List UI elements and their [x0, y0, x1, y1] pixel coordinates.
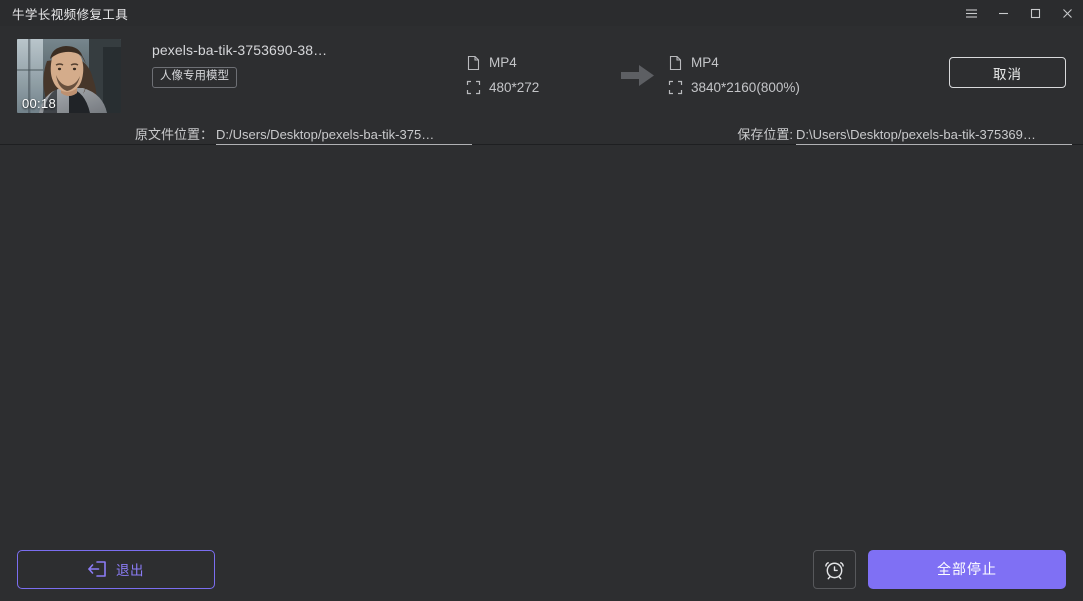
- model-badge: 人像专用模型: [152, 67, 237, 88]
- maximize-icon[interactable]: [1019, 0, 1051, 26]
- close-icon[interactable]: [1051, 0, 1083, 26]
- destination-format-line: MP4: [668, 50, 878, 75]
- source-format-value: MP4: [489, 55, 517, 70]
- save-path-label: 保存位置:: [737, 127, 793, 142]
- bottom-bar: 退出 全部停止: [0, 537, 1083, 601]
- menu-icon[interactable]: [955, 0, 987, 26]
- video-thumbnail[interactable]: 00:18: [17, 39, 121, 113]
- exit-button[interactable]: 退出: [17, 549, 215, 589]
- source-resolution-line: 480*272: [466, 75, 606, 100]
- file-icon: [669, 55, 682, 70]
- stop-all-button[interactable]: 全部停止: [868, 549, 1066, 589]
- destination-format-column: MP4 3840*2160(800%): [668, 39, 878, 100]
- destination-resolution-value: 3840*2160(800%): [691, 80, 800, 95]
- save-path-link[interactable]: D:\Users\Desktop/pexels-ba-tik-375369…: [796, 127, 1072, 145]
- file-name: pexels-ba-tik-3753690-38…: [152, 42, 328, 58]
- source-path-link[interactable]: D:/Users/Desktop/pexels-ba-tik-375…: [216, 127, 473, 145]
- minimize-icon[interactable]: [987, 0, 1019, 26]
- source-path-group: 原文件位置： D:/Users/Desktop/pexels-ba-tik-37…: [135, 124, 473, 145]
- exit-button-label: 退出: [116, 563, 144, 578]
- save-path-group: 保存位置: D:\Users\Desktop/pexels-ba-tik-375…: [737, 124, 1073, 145]
- source-path-label: 原文件位置：: [135, 127, 214, 142]
- resolution-icon: [668, 80, 683, 95]
- destination-format-value: MP4: [691, 55, 719, 70]
- app-title: 牛学长视频修复工具: [12, 7, 129, 22]
- cancel-button[interactable]: 取消: [949, 57, 1066, 88]
- arrow-right-icon: [620, 65, 654, 86]
- task-action-column: 取消: [878, 39, 1083, 88]
- destination-resolution-line: 3840*2160(800%): [668, 75, 878, 100]
- exit-arrow-icon: [88, 561, 106, 577]
- timer-button[interactable]: [813, 549, 856, 589]
- task-card-top-row: 00:18 pexels-ba-tik-3753690-38… 人像专用模型 M…: [0, 39, 1083, 113]
- task-card: 00:18 pexels-ba-tik-3753690-38… 人像专用模型 M…: [0, 26, 1083, 145]
- path-row: 原文件位置： D:/Users/Desktop/pexels-ba-tik-37…: [0, 124, 1083, 145]
- file-icon: [467, 55, 480, 70]
- resolution-icon: [466, 80, 481, 95]
- conversion-arrow: [606, 39, 668, 86]
- alarm-clock-icon: [825, 561, 844, 579]
- source-resolution-value: 480*272: [489, 80, 540, 95]
- source-format-line: MP4: [466, 50, 606, 75]
- video-duration: 00:18: [22, 96, 57, 111]
- source-format-column: MP4 480*272: [466, 39, 606, 100]
- title-bar: 牛学长视频修复工具: [0, 0, 1083, 26]
- task-list-area: [0, 145, 1083, 537]
- app-window: 牛学长视频修复工具 00:18 pexels-ba-tik-3753690-38…: [0, 0, 1083, 601]
- file-info-column: pexels-ba-tik-3753690-38… 人像专用模型: [121, 39, 461, 88]
